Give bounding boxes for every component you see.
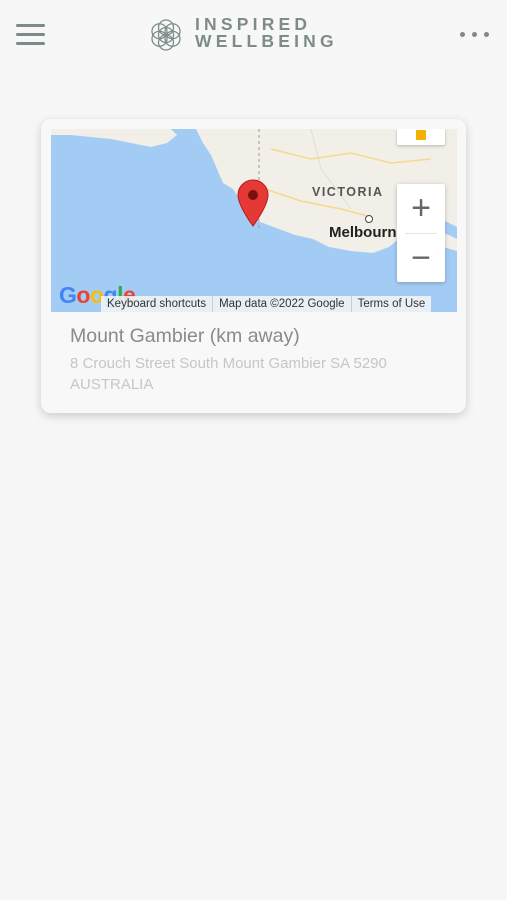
place-address: 8 Crouch Street South Mount Gambier SA 5… — [70, 355, 387, 393]
location-card[interactable]: VICTORIA Melbourne + − Google Keyboard s… — [41, 119, 466, 413]
street-view-pegman-icon — [416, 130, 426, 140]
keyboard-shortcuts-link[interactable]: Keyboard shortcuts — [101, 296, 214, 312]
zoom-controls: + − — [397, 184, 445, 282]
terms-of-use-link[interactable]: Terms of Use — [352, 296, 432, 312]
city-dot-icon — [365, 215, 373, 223]
app-logo: INSPIRED WELLBEING — [149, 15, 359, 56]
map-data-text: Map data ©2022 Google — [213, 296, 352, 312]
zoom-out-button[interactable]: − — [397, 234, 445, 283]
menu-button[interactable] — [16, 24, 46, 46]
street-view-button[interactable] — [397, 129, 445, 145]
map-city-label: Melbourne — [329, 224, 405, 241]
logo-line-2: WELLBEING — [195, 31, 338, 51]
flower-of-life-icon — [151, 19, 181, 51]
more-options-button[interactable] — [456, 26, 492, 44]
logo-text: INSPIRED WELLBEING — [195, 15, 338, 51]
zoom-in-button[interactable]: + — [397, 184, 445, 233]
top-bar: INSPIRED WELLBEING — [0, 0, 507, 70]
map-region-label: VICTORIA — [312, 185, 384, 199]
place-title: Mount Gambier (km away) — [70, 325, 300, 347]
map-pin-icon[interactable] — [237, 179, 269, 227]
map-view[interactable]: VICTORIA Melbourne + − Google Keyboard s… — [51, 129, 457, 312]
map-attribution: Keyboard shortcuts Map data ©2022 Google… — [101, 296, 432, 312]
